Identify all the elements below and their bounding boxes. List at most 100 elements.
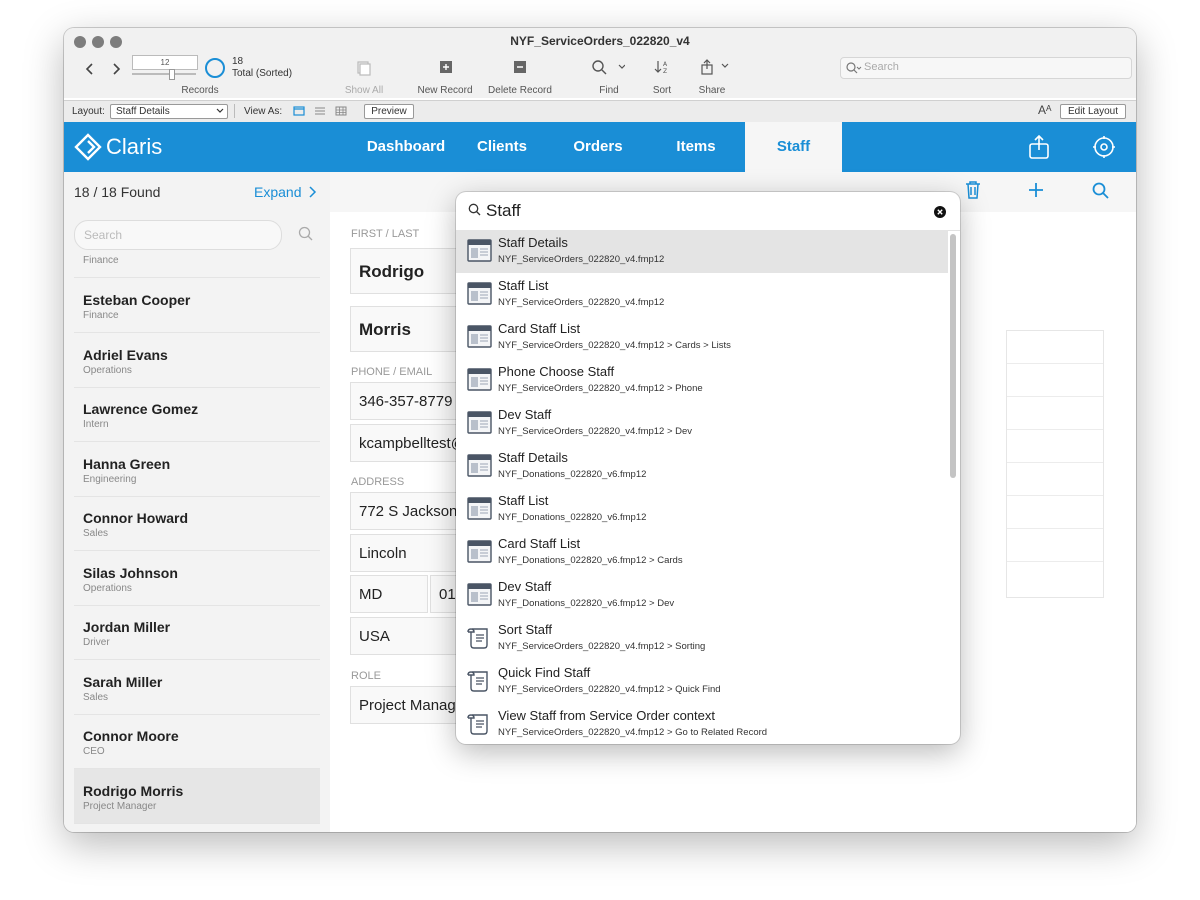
- preview-button[interactable]: Preview: [364, 104, 414, 119]
- quick-open-result[interactable]: Dev Staff NYF_ServiceOrders_022820_v4.fmp…: [456, 402, 948, 445]
- form-view-icon[interactable]: [293, 106, 305, 116]
- quick-open-result[interactable]: Sort Staff NYF_ServiceOrders_022820_v4.fm…: [456, 617, 948, 660]
- brand-name: Claris: [106, 134, 163, 159]
- search-icon[interactable]: [298, 226, 314, 242]
- delete-record-button[interactable]: Delete Record: [482, 85, 558, 96]
- record-slider[interactable]: [132, 73, 196, 75]
- list-item[interactable]: Silas Johnson Operations: [74, 551, 320, 606]
- quick-open-result[interactable]: Quick Find Staff NYF_ServiceOrders_022820…: [456, 660, 948, 703]
- list-item-name: Adriel Evans: [83, 347, 168, 363]
- search-icon: [468, 203, 481, 216]
- table-row[interactable]: [1007, 529, 1103, 562]
- tab-clients[interactable]: Clients: [454, 122, 550, 172]
- record-slider-thumb[interactable]: [169, 69, 175, 80]
- list-item-name: Esteban Cooper: [83, 292, 191, 308]
- result-path: NYF_Donations_022820_v6.fmp12 > Dev: [498, 598, 675, 609]
- quick-open-result[interactable]: Dev Staff NYF_Donations_022820_v6.fmp12 >…: [456, 574, 948, 617]
- expand-button[interactable]: Expand: [254, 184, 317, 200]
- new-record-icon[interactable]: [439, 60, 453, 74]
- list-item-dept: CEO: [83, 746, 105, 757]
- list-item-selected[interactable]: Rodrigo Morris Project Manager: [74, 769, 320, 824]
- quick-open-popup: Staff Staff Details NYF_ServiceOrders_022…: [456, 192, 960, 744]
- tab-items[interactable]: Items: [648, 122, 744, 172]
- record-number-field[interactable]: 12: [132, 55, 198, 70]
- table-row[interactable]: [1007, 463, 1103, 496]
- tab-orders[interactable]: Orders: [550, 122, 646, 172]
- show-all-icon[interactable]: [356, 60, 372, 76]
- list-view-icon[interactable]: [314, 106, 326, 116]
- result-path: NYF_Donations_022820_v6.fmp12: [498, 512, 647, 523]
- back-icon[interactable]: [84, 62, 96, 76]
- list-item[interactable]: Connor Moore CEO: [74, 714, 320, 769]
- list-item[interactable]: Jordan Miller Driver: [74, 605, 320, 660]
- share-button[interactable]: Share: [692, 85, 732, 96]
- view-as-label: View As:: [244, 106, 283, 117]
- table-row[interactable]: [1007, 397, 1103, 430]
- sidebar-search-input[interactable]: Search: [74, 220, 282, 250]
- sort-button[interactable]: Sort: [642, 85, 682, 96]
- result-title: Phone Choose Staff: [498, 364, 615, 379]
- result-path: NYF_ServiceOrders_022820_v4.fmp12 > Dev: [498, 426, 693, 437]
- edit-layout-button[interactable]: Edit Layout: [1060, 104, 1126, 119]
- layout-select[interactable]: Staff Details: [110, 104, 228, 119]
- quick-open-result[interactable]: Staff Details NYF_Donations_022820_v6.fmp…: [456, 445, 948, 488]
- quick-open-result[interactable]: Card Staff List NYF_ServiceOrders_022820_…: [456, 316, 948, 359]
- quick-open-result[interactable]: Staff List NYF_ServiceOrders_022820_v4.fm…: [456, 273, 948, 316]
- quick-open-result[interactable]: Staff List NYF_Donations_022820_v6.fmp12: [456, 488, 948, 531]
- sort-icon[interactable]: AZ: [654, 59, 670, 75]
- toolbar: NYF_ServiceOrders_022820_v4 12 18 Total …: [64, 28, 1136, 98]
- text-size-icon[interactable]: Aᴬ: [1038, 103, 1051, 117]
- layout-icon: [467, 454, 492, 482]
- list-item-name: Connor Howard: [83, 510, 188, 526]
- list-item-name: Rodrigo Morris: [83, 783, 184, 799]
- table-view-icon[interactable]: [335, 106, 347, 116]
- list-item[interactable]: Lawrence Gomez Intern: [74, 387, 320, 442]
- list-item-dept: Finance: [83, 310, 119, 321]
- share-icon[interactable]: [700, 58, 730, 76]
- delete-record-icon[interactable]: [513, 60, 527, 74]
- result-path: NYF_ServiceOrders_022820_v4.fmp12 > Go t…: [498, 727, 768, 738]
- layout-icon: [467, 411, 492, 439]
- table-row[interactable]: [1007, 430, 1103, 463]
- find-icon[interactable]: [591, 59, 625, 75]
- toolbar-search-input[interactable]: Search: [840, 57, 1132, 79]
- result-title: Staff List: [498, 493, 549, 508]
- list-item-name: Sarah Miller: [83, 674, 163, 690]
- list-item[interactable]: Esteban Cooper Finance: [74, 278, 320, 333]
- table-row[interactable]: [1007, 562, 1103, 594]
- layout-icon: [467, 583, 492, 611]
- plus-icon[interactable]: [1028, 182, 1044, 198]
- table-row[interactable]: [1007, 364, 1103, 397]
- quick-open-result[interactable]: Staff Details NYF_ServiceOrders_022820_v4…: [456, 230, 948, 273]
- clear-icon[interactable]: [934, 206, 946, 218]
- share-icon[interactable]: [1028, 135, 1050, 159]
- quick-open-result[interactable]: View Staff from Service Order context NYF…: [456, 703, 948, 744]
- chevron-down-icon: [216, 108, 224, 113]
- trash-icon[interactable]: [964, 180, 982, 200]
- result-path: NYF_ServiceOrders_022820_v4.fmp12: [498, 297, 665, 308]
- quick-open-result[interactable]: Card Staff List NYF_Donations_022820_v6.f…: [456, 531, 948, 574]
- search-icon[interactable]: [1092, 182, 1110, 200]
- settings-icon[interactable]: [1092, 135, 1116, 159]
- table-row[interactable]: [1007, 331, 1103, 364]
- results-scrollbar[interactable]: [950, 234, 956, 478]
- new-record-button[interactable]: New Record: [410, 85, 480, 96]
- tab-staff[interactable]: Staff: [745, 122, 842, 172]
- found-count: 18 / 18 Found: [74, 184, 161, 200]
- list-item-dept: Sales: [83, 692, 109, 703]
- list-item[interactable]: Sarah Miller Sales: [74, 660, 320, 715]
- list-item[interactable]: Hanna Green Engineering: [74, 442, 320, 497]
- list-item[interactable]: Connor Howard Sales: [74, 496, 320, 551]
- result-title: Sort Staff: [498, 622, 552, 637]
- list-item[interactable]: Adriel Evans Operations: [74, 333, 320, 388]
- table-row[interactable]: [1007, 496, 1103, 529]
- show-all-button[interactable]: Show All: [336, 85, 392, 96]
- quick-open-search-input[interactable]: Staff: [456, 192, 960, 231]
- quick-open-result[interactable]: Phone Choose Staff NYF_ServiceOrders_0228…: [456, 359, 948, 402]
- find-button[interactable]: Find: [589, 85, 629, 96]
- result-title: Dev Staff: [498, 579, 552, 594]
- tab-dashboard[interactable]: Dashboard: [358, 122, 454, 172]
- state-field[interactable]: MD: [350, 575, 428, 613]
- forward-icon[interactable]: [110, 62, 122, 76]
- script-icon: [467, 712, 492, 742]
